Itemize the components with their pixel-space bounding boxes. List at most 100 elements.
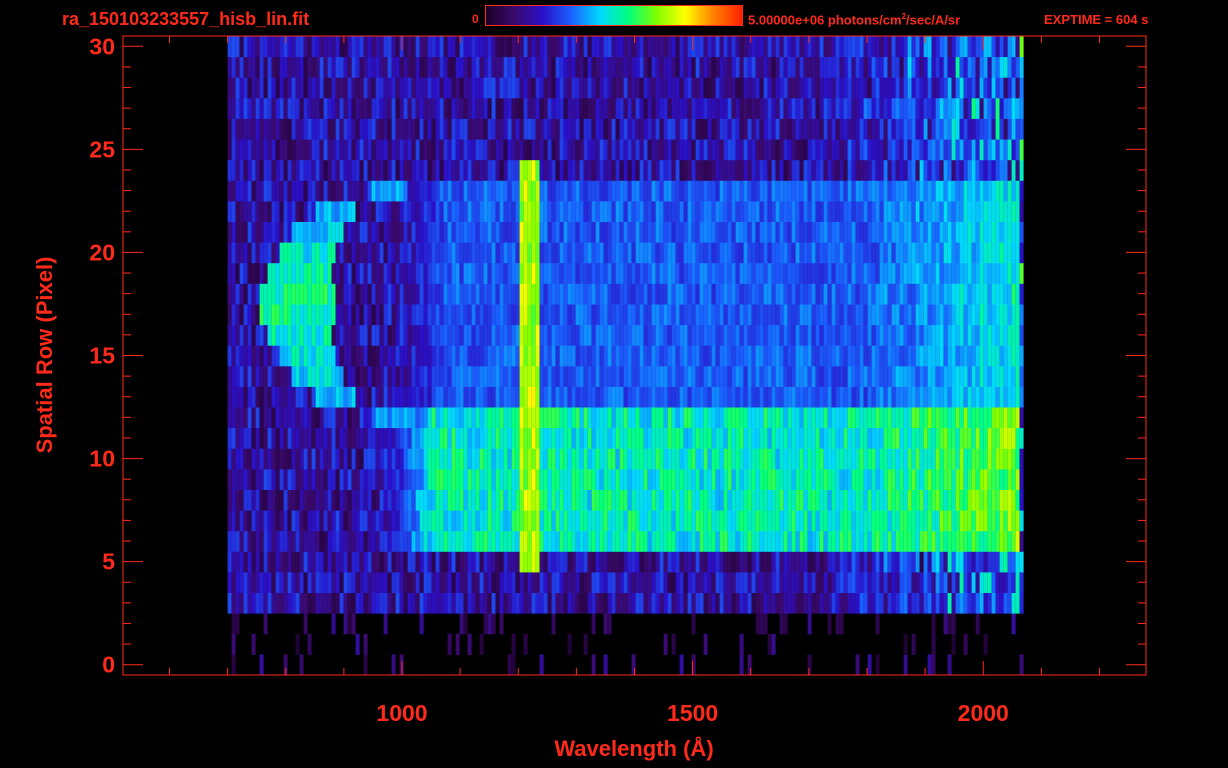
heatmap-cell — [235, 304, 240, 326]
heatmap-cell — [383, 200, 388, 222]
heatmap-cell — [739, 139, 744, 161]
heatmap-cell — [911, 159, 916, 181]
heatmap-cell — [571, 304, 576, 326]
heatmap-cell — [483, 489, 488, 511]
heatmap-cell — [359, 592, 364, 614]
heatmap-cell — [279, 262, 284, 284]
heatmap-cell — [791, 36, 796, 58]
heatmap-cell — [707, 118, 712, 140]
heatmap-cell — [467, 56, 472, 78]
heatmap-cell — [819, 407, 824, 429]
heatmap-cell — [495, 489, 500, 511]
heatmap-cell — [267, 97, 272, 119]
heatmap-cell — [395, 180, 400, 202]
heatmap-cell — [819, 510, 824, 532]
heatmap-cell — [679, 448, 684, 470]
heatmap-cell — [523, 118, 528, 140]
heatmap-cell — [315, 200, 320, 222]
heatmap-cell — [411, 77, 416, 99]
heatmap-cell — [371, 180, 376, 202]
heatmap-cell — [239, 489, 244, 511]
heatmap-cell — [387, 468, 392, 490]
heatmap-cell — [703, 262, 708, 284]
heatmap-cell — [351, 530, 356, 552]
heatmap-cell — [351, 180, 356, 202]
heatmap-cell — [367, 283, 372, 305]
heatmap-cell — [571, 200, 576, 222]
heatmap-cell — [903, 324, 908, 346]
heatmap-cell — [467, 551, 472, 573]
heatmap-cell — [875, 283, 880, 305]
heatmap-cell — [467, 407, 472, 429]
heatmap-cell — [559, 36, 564, 58]
heatmap-cell — [479, 118, 484, 140]
heatmap-cell — [383, 613, 388, 635]
heatmap-cell — [419, 36, 424, 58]
heatmap-cell — [627, 365, 632, 387]
heatmap-cell — [375, 56, 380, 78]
heatmap-cell — [539, 118, 544, 140]
heatmap-cell — [475, 304, 480, 326]
heatmap-cell — [411, 304, 416, 326]
heatmap-cell — [271, 345, 276, 367]
heatmap-cell — [587, 221, 592, 243]
heatmap-cell — [667, 489, 672, 511]
heatmap-cell — [327, 97, 332, 119]
heatmap-cell — [455, 139, 460, 161]
heatmap-cell — [563, 365, 568, 387]
heatmap-cell — [551, 283, 556, 305]
heatmap-cell — [279, 365, 284, 387]
heatmap-cell — [803, 56, 808, 78]
heatmap-cell — [783, 489, 788, 511]
heatmap-cell — [519, 407, 524, 429]
heatmap-cell — [363, 345, 368, 367]
heatmap-cell — [819, 139, 824, 161]
heatmap-cell — [527, 489, 532, 511]
heatmap-cell — [651, 139, 656, 161]
heatmap-cell — [611, 97, 616, 119]
heatmap-cell — [303, 592, 308, 614]
heatmap-cell — [863, 427, 868, 449]
heatmap-cell — [443, 345, 448, 367]
heatmap-cell — [599, 304, 604, 326]
heatmap-cell — [491, 324, 496, 346]
heatmap-cell — [231, 448, 236, 470]
heatmap-cell — [867, 448, 872, 470]
heatmap-cell — [523, 386, 528, 408]
heatmap-cell — [355, 633, 360, 655]
heatmap-cell — [259, 242, 264, 264]
heatmap-cell — [403, 159, 408, 181]
heatmap-cell — [711, 468, 716, 490]
heatmap-cell — [779, 36, 784, 58]
heatmap-cell — [819, 448, 824, 470]
heatmap-cell — [403, 324, 408, 346]
heatmap-cell — [583, 242, 588, 264]
heatmap-cell — [479, 571, 484, 593]
heatmap-cell — [507, 551, 512, 573]
heatmap-cell — [775, 159, 780, 181]
heatmap-cell — [363, 56, 368, 78]
heatmap-cell — [359, 407, 364, 429]
heatmap-cell — [783, 448, 788, 470]
heatmap-cell — [331, 159, 336, 181]
heatmap-cell — [731, 427, 736, 449]
heatmap-cell — [407, 242, 412, 264]
heatmap-cell — [335, 448, 340, 470]
heatmap-cell — [527, 304, 532, 326]
heatmap-cell — [255, 489, 260, 511]
heatmap-cell — [715, 200, 720, 222]
heatmap-cell — [695, 489, 700, 511]
heatmap-cell — [523, 345, 528, 367]
heatmap-cell — [839, 571, 844, 593]
heatmap-cell — [775, 221, 780, 243]
heatmap-cell — [255, 262, 260, 284]
heatmap-cell — [471, 180, 476, 202]
heatmap-cell — [695, 77, 700, 99]
heatmap-cell — [563, 510, 568, 532]
heatmap-cell — [259, 97, 264, 119]
heatmap-cell — [295, 489, 300, 511]
heatmap-cell — [759, 77, 764, 99]
heatmap-cell — [579, 324, 584, 346]
heatmap-cell — [651, 386, 656, 408]
heatmap-cell — [911, 551, 916, 573]
